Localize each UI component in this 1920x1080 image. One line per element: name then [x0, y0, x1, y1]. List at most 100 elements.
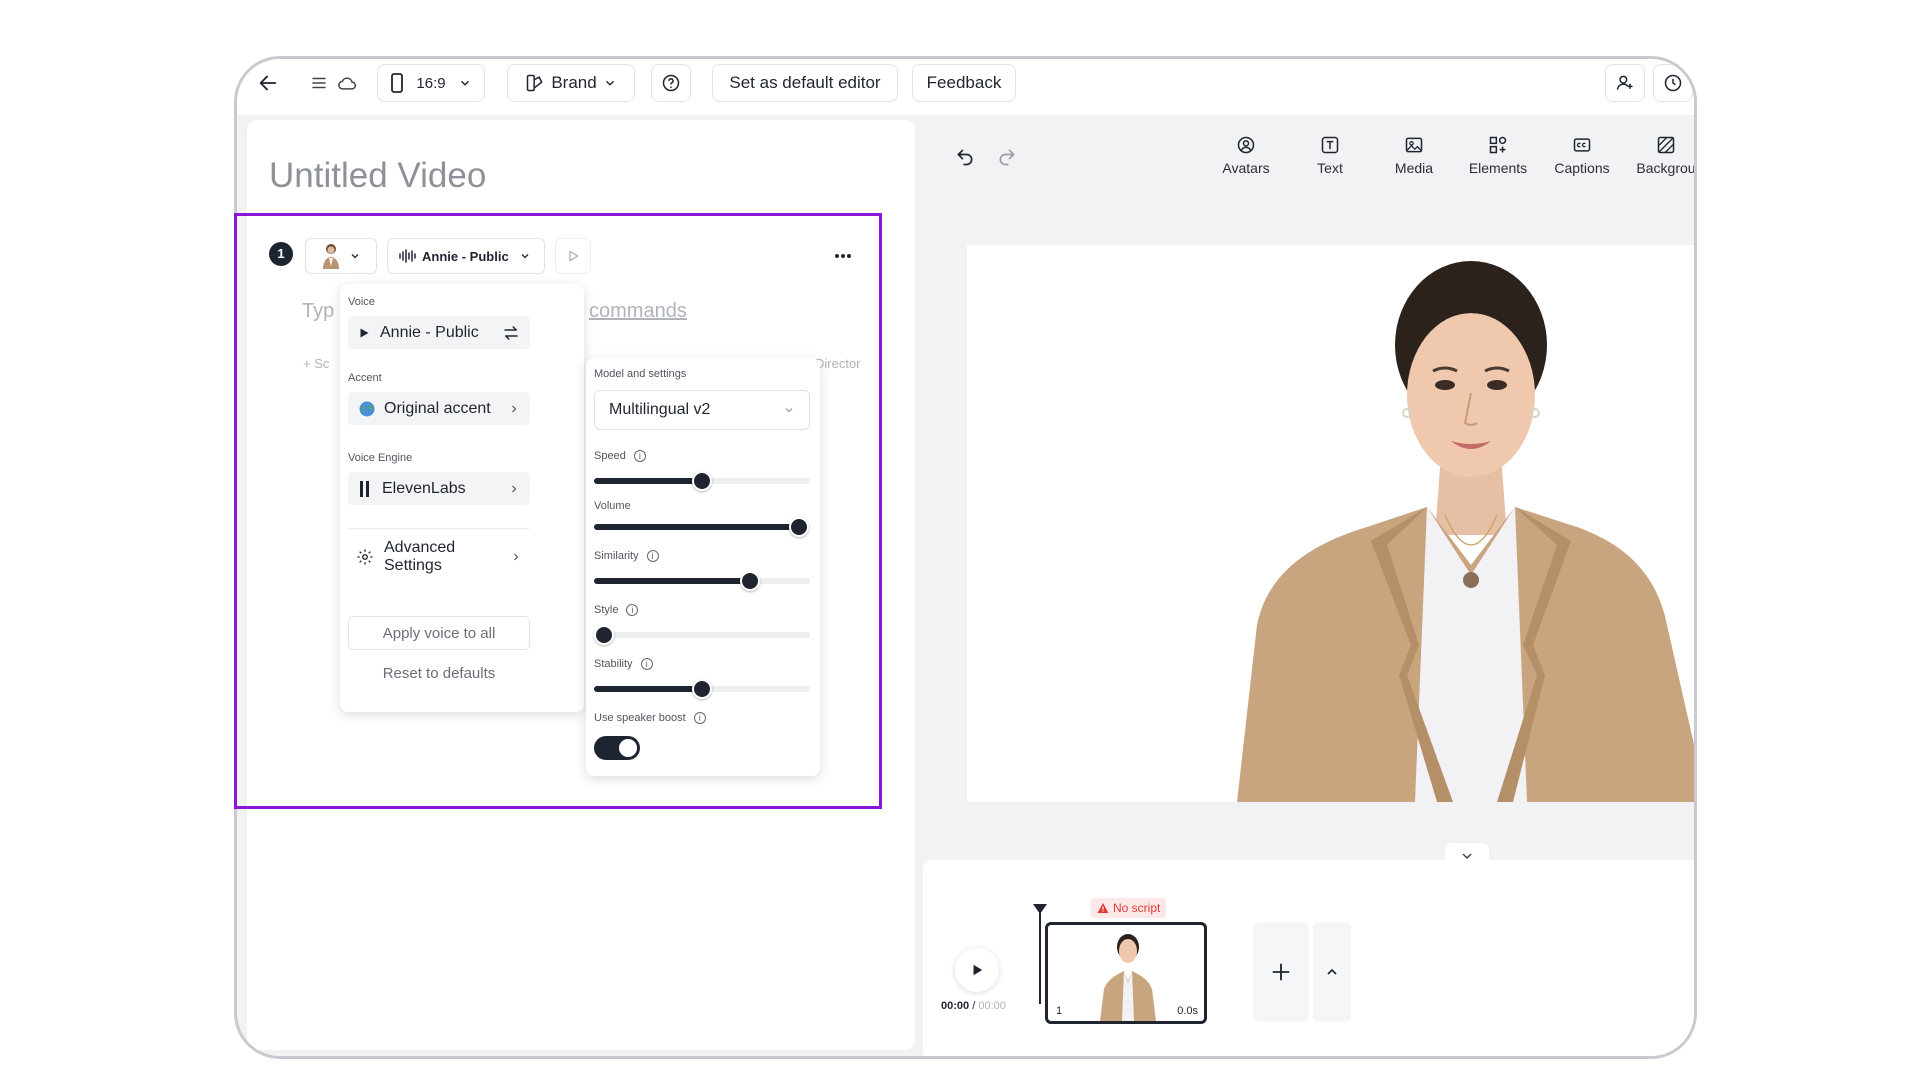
element-toolbar: Avatars Text Media Elements Captions Bac… [1204, 135, 1696, 176]
brand-dropdown[interactable]: Brand [507, 64, 635, 102]
chevron-down-icon [351, 254, 359, 259]
elements-icon [1489, 136, 1507, 154]
gear-icon [357, 549, 373, 565]
apply-voice-label: Apply voice to all [382, 624, 496, 642]
slider-knob[interactable] [692, 679, 712, 699]
model-settings-title: Model and settings [594, 368, 687, 380]
slider-knob[interactable] [739, 571, 760, 591]
info-icon[interactable]: i [693, 712, 706, 725]
slider-fill [594, 578, 750, 584]
undo-button[interactable] [955, 147, 975, 167]
speaker-boost-toggle[interactable] [594, 736, 640, 760]
chevron-right-icon [514, 553, 519, 561]
volume-label-text: Volume [594, 500, 631, 512]
timeline-play-button[interactable] [955, 948, 999, 992]
expand-timeline-button[interactable] [1313, 922, 1351, 1022]
advanced-settings-button[interactable]: Advanced Settings [348, 539, 530, 574]
stability-slider[interactable] [594, 679, 810, 699]
voice-field[interactable]: Annie - Public [348, 316, 530, 349]
top-bar: 16:9 Brand Set as default editor Feedbac… [237, 59, 1694, 115]
globe-icon [359, 401, 375, 416]
swap-icon[interactable] [502, 324, 520, 342]
model-dropdown[interactable]: Multilingual v2 [594, 390, 810, 430]
slider-fill [594, 524, 800, 530]
video-title[interactable]: Untitled Video [269, 156, 486, 196]
reset-defaults-label: Reset to defaults [382, 664, 496, 682]
more-options-button[interactable] [829, 242, 857, 270]
info-icon[interactable]: i [626, 604, 639, 617]
text-icon [1321, 136, 1339, 154]
similarity-label: Similarity i [594, 550, 659, 563]
media-icon [1405, 137, 1423, 153]
info-icon[interactable]: i [640, 658, 653, 671]
aspect-ratio-dropdown[interactable]: 16:9 [377, 64, 485, 102]
back-button[interactable] [253, 64, 283, 102]
preview-play-button[interactable] [555, 238, 591, 274]
play-outline-icon [569, 250, 579, 262]
script-commands-link[interactable]: commands [589, 300, 687, 323]
menu-button[interactable] [307, 64, 331, 102]
slider-knob[interactable] [692, 471, 712, 491]
more-horizontal-icon [835, 254, 851, 258]
slider-knob[interactable] [594, 625, 614, 645]
add-scene-link[interactable]: + Sc [303, 356, 329, 371]
brand-kit-icon [527, 74, 543, 92]
tool-text-label: Text [1317, 160, 1343, 176]
set-default-editor-button[interactable]: Set as default editor [712, 64, 898, 102]
waveform-icon [399, 249, 416, 263]
tool-background-label: Backgrou [1636, 160, 1696, 176]
scene-thumbnail[interactable]: 1 0.0s [1045, 922, 1207, 1024]
avatar-figure[interactable] [967, 245, 1697, 802]
tool-background[interactable]: Backgrou [1624, 135, 1696, 176]
history-button[interactable] [1653, 64, 1693, 102]
plus-icon [1272, 963, 1290, 981]
voice-selector-label: Annie - Public [422, 248, 509, 264]
chevron-down-icon [605, 80, 614, 86]
playhead[interactable] [1033, 904, 1047, 1004]
video-canvas[interactable] [967, 245, 1697, 802]
speed-label: Speed i [594, 450, 646, 463]
chevron-right-icon [512, 485, 517, 492]
speed-slider[interactable] [594, 471, 810, 491]
chevron-up-icon [1327, 968, 1337, 975]
voice-section-label: Voice [348, 296, 375, 308]
avatar-selector[interactable] [305, 238, 377, 274]
accent-section-label: Accent [348, 372, 382, 384]
tool-captions-label: Captions [1554, 160, 1610, 176]
tool-text[interactable]: Text [1288, 135, 1372, 176]
similarity-slider[interactable] [594, 571, 810, 591]
undo-icon [957, 149, 973, 166]
brand-label: Brand [551, 73, 597, 92]
tool-avatars[interactable]: Avatars [1204, 135, 1288, 176]
script-placeholder-start[interactable]: Typ [302, 300, 334, 323]
voice-settings-popup: Voice Annie - Public Accent Original acc… [340, 284, 584, 712]
feedback-button[interactable]: Feedback [912, 64, 1016, 102]
style-slider[interactable] [594, 625, 810, 645]
cloud-save-status[interactable] [335, 64, 359, 102]
accent-field[interactable]: Original accent [348, 392, 530, 425]
tool-elements[interactable]: Elements [1456, 135, 1540, 176]
invite-user-button[interactable] [1605, 64, 1645, 102]
volume-slider[interactable] [594, 517, 810, 537]
stability-label-text: Stability [594, 658, 633, 670]
add-scene-button[interactable] [1253, 922, 1309, 1022]
time-display: 00:00 / 00:00 [941, 1000, 1006, 1012]
feedback-label: Feedback [926, 73, 1002, 92]
tool-captions[interactable]: Captions [1540, 135, 1624, 176]
accent-field-value: Original accent [384, 399, 491, 417]
play-icon [973, 964, 983, 976]
redo-button[interactable] [997, 147, 1017, 167]
help-button[interactable] [651, 64, 691, 102]
avatar-thumbnail-icon [323, 244, 339, 269]
director-label[interactable]: Director [815, 356, 861, 371]
engine-field[interactable]: ElevenLabs [348, 472, 530, 505]
slider-knob[interactable] [789, 517, 810, 537]
style-label: Style i [594, 604, 639, 617]
tool-media[interactable]: Media [1372, 135, 1456, 176]
info-icon[interactable]: i [633, 450, 646, 463]
tool-avatars-label: Avatars [1222, 160, 1270, 176]
apply-voice-to-all-button[interactable]: Apply voice to all [348, 616, 530, 650]
voice-selector-button[interactable]: Annie - Public [387, 238, 545, 274]
info-icon[interactable]: i [646, 550, 659, 563]
reset-to-defaults-button[interactable]: Reset to defaults [348, 656, 530, 690]
